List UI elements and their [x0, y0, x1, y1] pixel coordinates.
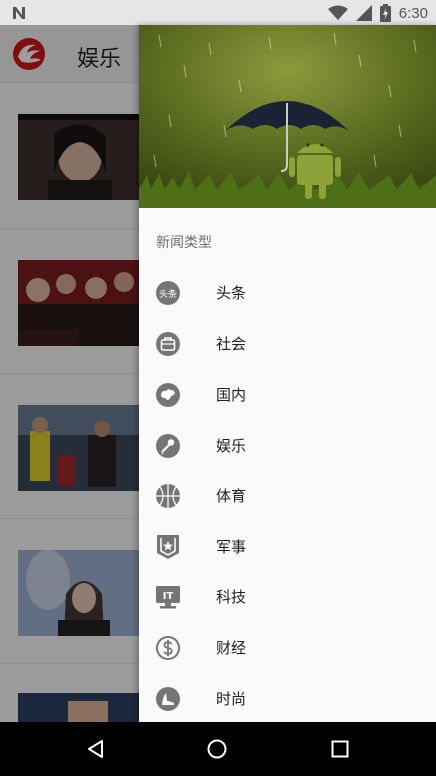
- battery-charging-icon: [379, 4, 391, 22]
- dollar-circle-icon: [156, 636, 180, 660]
- notification-n-icon: [13, 7, 25, 19]
- drawer-header-image: [139, 25, 436, 208]
- section-title: 新闻类型: [156, 235, 212, 251]
- menu-item-label: 财经: [216, 639, 247, 657]
- menu-item-society[interactable]: 社会: [139, 318, 436, 368]
- military-badge-icon: [157, 535, 179, 559]
- menu-item-headline[interactable]: 头条 头条: [139, 267, 436, 317]
- menu-item-label: 国内: [216, 386, 247, 404]
- it-monitor-icon: IT: [156, 586, 180, 609]
- china-map-icon: [156, 383, 180, 407]
- menu-item-label: 科技: [216, 588, 247, 606]
- headline-badge-icon: 头条: [156, 281, 180, 305]
- signal-icon: [355, 5, 372, 21]
- menu-item-domestic[interactable]: 国内: [139, 369, 436, 419]
- svg-text:IT: IT: [163, 591, 174, 602]
- status-bar: 6:30: [0, 0, 436, 25]
- menu-item-label: 娱乐: [216, 437, 247, 455]
- briefcase-icon: [156, 332, 180, 356]
- menu-item-label: 军事: [216, 538, 247, 556]
- menu-item-label: 时尚: [216, 690, 247, 708]
- navigation-drawer: 新闻类型 头条 头条 社会 国内 娱乐 体育 军事 IT 科技 财经 时尚: [139, 25, 436, 722]
- basketball-icon: [156, 484, 180, 508]
- home-icon[interactable]: [205, 737, 229, 761]
- menu-item-fashion[interactable]: 时尚: [139, 673, 436, 722]
- system-navigation-bar: [0, 722, 436, 776]
- menu-item-entertainment[interactable]: 娱乐: [139, 420, 436, 470]
- menu-item-label: 社会: [216, 335, 247, 353]
- menu-item-military[interactable]: 军事: [139, 521, 436, 571]
- fashion-icon: [156, 687, 180, 711]
- back-icon[interactable]: [84, 737, 108, 761]
- svg-text:头条: 头条: [159, 288, 177, 300]
- microphone-icon: [156, 434, 180, 458]
- menu-item-sports[interactable]: 体育: [139, 470, 436, 520]
- recents-icon[interactable]: [328, 737, 352, 761]
- menu-item-label: 体育: [216, 487, 247, 505]
- menu-item-label: 头条: [216, 284, 247, 302]
- menu-item-finance[interactable]: 财经: [139, 622, 436, 672]
- menu-item-technology[interactable]: IT 科技: [139, 571, 436, 621]
- status-time: 6:30: [398, 4, 428, 22]
- wifi-icon: [327, 5, 348, 20]
